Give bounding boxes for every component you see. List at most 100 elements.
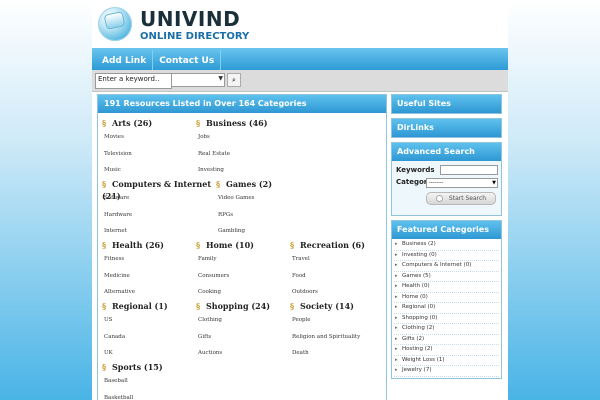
- category-title[interactable]: Shopping (24): [206, 301, 270, 311]
- site-title[interactable]: UNIVIND: [140, 7, 240, 31]
- featured-item[interactable]: Weight Loss (1): [394, 356, 499, 366]
- category-computers-internet: § Computers & Internet (21) Software Hard…: [102, 178, 212, 240]
- subcategory-link[interactable]: Investing: [198, 162, 288, 179]
- subcategory-link[interactable]: UK: [104, 345, 194, 362]
- subcategory-link[interactable]: Music: [104, 162, 194, 179]
- subcategory-link[interactable]: Basketball: [104, 390, 194, 400]
- subcategory-link[interactable]: Outdoors: [292, 284, 382, 301]
- advanced-search-heading: Advanced Search: [392, 143, 501, 161]
- subcategory-link[interactable]: Religion and Spirituality: [292, 329, 382, 346]
- link-icon: §: [102, 301, 107, 311]
- magnifier-icon: ⌕: [232, 76, 236, 84]
- featured-item[interactable]: Gifts (2): [394, 335, 499, 345]
- link-icon: §: [102, 179, 107, 189]
- category-title[interactable]: Sports (15): [112, 362, 163, 372]
- category-select-value: --------: [429, 180, 444, 186]
- useful-sites-box: Useful Sites: [391, 94, 502, 114]
- category-title[interactable]: Games (2): [226, 179, 272, 189]
- start-search-button[interactable]: Start Search: [426, 192, 496, 205]
- subcategory-link[interactable]: Cooking: [198, 284, 288, 301]
- subcategory-link[interactable]: Jobs: [198, 129, 288, 146]
- link-icon: §: [196, 240, 201, 250]
- category-title[interactable]: Home (10): [206, 240, 254, 250]
- subcategory-link[interactable]: Real Estate: [198, 146, 288, 163]
- featured-item[interactable]: Investing (0): [394, 251, 499, 261]
- page-container: UNIVIND ONLINE DIRECTORY Add Link Contact…: [92, 4, 508, 400]
- subcategory-link[interactable]: Fitness: [104, 251, 194, 268]
- subcategory-link[interactable]: RPGs: [218, 207, 308, 224]
- featured-categories-box: Featured Categories Business (2) Investi…: [391, 220, 502, 379]
- category-shopping: § Shopping (24) Clothing Gifts Auctions: [196, 300, 288, 362]
- category-title[interactable]: Arts (26): [112, 118, 152, 128]
- link-icon: §: [290, 301, 295, 311]
- subcategory-link[interactable]: Family: [198, 251, 288, 268]
- featured-item[interactable]: Games (5): [394, 272, 499, 282]
- featured-categories-heading: Featured Categories: [392, 221, 501, 239]
- link-icon: §: [216, 179, 221, 189]
- keyword-input[interactable]: Enter a keyword..: [95, 73, 172, 89]
- subcategory-link[interactable]: Television: [104, 146, 194, 163]
- subcategory-link[interactable]: Alternative: [104, 284, 194, 301]
- dirlinks-heading[interactable]: DirLinks: [392, 119, 501, 137]
- category-health: § Health (26) Fitness Medicine Alternativ…: [102, 239, 194, 301]
- start-search-label: Start Search: [448, 195, 487, 202]
- category-title[interactable]: Health (26): [112, 240, 164, 250]
- radio-icon: [435, 195, 443, 202]
- featured-item[interactable]: Business (2): [394, 240, 499, 251]
- advanced-search-form: Keywords Category -------- ▼ Start Search: [392, 161, 501, 215]
- featured-item[interactable]: Home (0): [394, 293, 499, 303]
- keywords-input[interactable]: [440, 165, 498, 175]
- link-icon: §: [196, 301, 201, 311]
- chevron-down-icon: ▼: [492, 180, 496, 186]
- category-sports: § Sports (15) Baseball Basketball: [102, 361, 194, 400]
- category-arts: § Arts (26) Movies Television Music: [102, 117, 194, 179]
- sidebar: Useful Sites DirLinks Advanced Search Ke…: [391, 94, 502, 383]
- category-title[interactable]: Society (14): [300, 301, 354, 311]
- site-header: UNIVIND ONLINE DIRECTORY: [92, 4, 508, 44]
- keywords-label: Keywords: [396, 166, 435, 174]
- subcategory-link[interactable]: Internet: [104, 223, 212, 240]
- advanced-category-select[interactable]: -------- ▼: [426, 178, 498, 188]
- featured-item[interactable]: Regional (0): [394, 303, 499, 314]
- search-button[interactable]: ⌕: [227, 73, 241, 87]
- category-select[interactable]: ▼: [171, 73, 225, 87]
- subcategory-link[interactable]: Baseball: [104, 373, 194, 390]
- category-society: § Society (14) People Religion and Spirit…: [290, 300, 382, 362]
- subcategory-link[interactable]: Death: [292, 345, 382, 362]
- featured-item[interactable]: Jewelry (7): [394, 366, 499, 377]
- category-home: § Home (10) Family Consumers Cooking: [196, 239, 288, 301]
- categories-panel: 191 Resources Listed in Over 164 Categor…: [97, 94, 387, 400]
- advanced-search-box: Advanced Search Keywords Category ------…: [391, 142, 502, 216]
- subcategory-link[interactable]: Video Games: [218, 190, 308, 207]
- nav-add-link[interactable]: Add Link: [92, 50, 154, 72]
- useful-sites-heading[interactable]: Useful Sites: [392, 95, 501, 113]
- subcategory-link[interactable]: Consumers: [198, 268, 288, 285]
- featured-item[interactable]: Shopping (0): [394, 314, 499, 324]
- category-title[interactable]: Regional (1): [112, 301, 168, 311]
- featured-item[interactable]: Computers & Internet (0): [394, 261, 499, 272]
- category-title[interactable]: Recreation (6): [300, 240, 365, 250]
- subcategory-link[interactable]: Travel: [292, 251, 382, 268]
- dirlinks-box: DirLinks: [391, 118, 502, 138]
- chevron-down-icon: ▼: [218, 75, 223, 82]
- subcategory-link[interactable]: Hardware: [104, 207, 212, 224]
- subcategory-link[interactable]: Gambling: [218, 223, 308, 240]
- category-title[interactable]: Business (46): [206, 118, 268, 128]
- subcategory-link[interactable]: Medicine: [104, 268, 194, 285]
- subcategory-link[interactable]: Movies: [104, 129, 194, 146]
- subcategory-link[interactable]: US: [104, 312, 194, 329]
- subcategory-link[interactable]: Clothing: [198, 312, 288, 329]
- globe-logo-icon[interactable]: [98, 7, 132, 41]
- featured-item[interactable]: Hosting (2): [394, 345, 499, 356]
- category-recreation: § Recreation (6) Travel Food Outdoors: [290, 239, 382, 301]
- nav-contact-us[interactable]: Contact Us: [153, 50, 222, 72]
- subcategory-link[interactable]: People: [292, 312, 382, 329]
- featured-item[interactable]: Health (0): [394, 282, 499, 293]
- subcategory-link[interactable]: Canada: [104, 329, 194, 346]
- featured-item[interactable]: Clothing (2): [394, 324, 499, 335]
- featured-list: Business (2) Investing (0) Computers & I…: [392, 239, 501, 378]
- subcategory-link[interactable]: Food: [292, 268, 382, 285]
- subcategory-link[interactable]: Auctions: [198, 345, 288, 362]
- subcategory-link[interactable]: Gifts: [198, 329, 288, 346]
- subcategory-link[interactable]: Software: [104, 190, 212, 207]
